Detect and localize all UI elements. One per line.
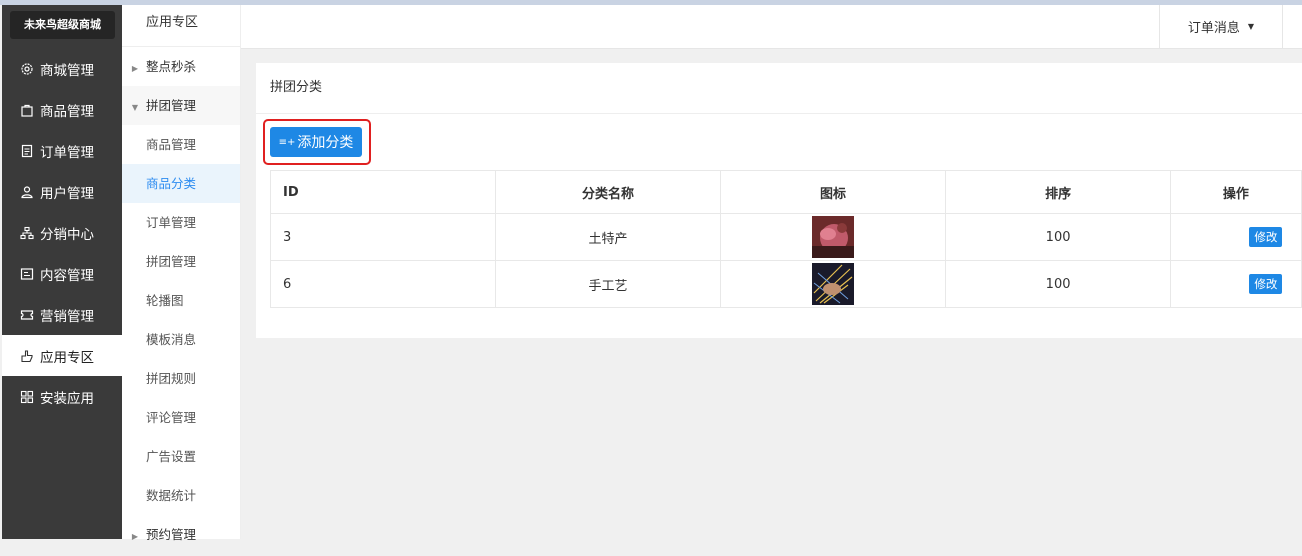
sidebar-item-marketing[interactable]: 营销管理 (2, 294, 122, 335)
photo-thumbnail (812, 263, 855, 305)
cell-action: 修改 (1169, 260, 1302, 308)
submenu-item-category[interactable]: 商品分类 (122, 164, 240, 203)
column-header-sort: 排序 (945, 170, 1171, 214)
brand-logo: 未来鸟超级商城 (10, 11, 115, 39)
column-header-action: 操作 (1169, 170, 1302, 214)
cell-icon (719, 213, 947, 261)
order-messages-dropdown[interactable]: 订单消息 ▼ (1159, 5, 1283, 48)
cell-icon (719, 260, 947, 308)
cell-name: 手工艺 (495, 260, 721, 308)
submenu-group-flash-sale[interactable]: ▶ 整点秒杀 (122, 47, 240, 86)
sidebar-item-label: 用户管理 (40, 185, 94, 202)
sidebar-item-label: 应用专区 (40, 349, 94, 366)
cell-action: 修改 (1169, 213, 1302, 261)
caret-right-icon: ▶ (131, 532, 139, 541)
hand-icon (20, 349, 34, 363)
submenu-item-comments[interactable]: 评论管理 (122, 398, 240, 437)
sidebar-item-label: 内容管理 (40, 267, 94, 284)
submenu-item-template-msg[interactable]: 模板消息 (122, 320, 240, 359)
user-icon (20, 185, 34, 199)
top-header: 订单消息 ▼ (241, 5, 1302, 49)
submenu-label: 整点秒杀 (146, 59, 197, 74)
add-category-button[interactable]: ≡+ 添加分类 (270, 127, 362, 157)
submenu-item-group-manage[interactable]: 拼团管理 (122, 242, 240, 281)
category-panel: 拼团分类 ≡+ 添加分类 ID 分类名称 图标 排序 操作 3 土特产 100 … (256, 63, 1302, 338)
column-header-icon: 图标 (719, 170, 947, 214)
cell-sort: 100 (945, 213, 1171, 261)
caret-right-icon: ▶ (131, 64, 139, 73)
category-table: ID 分类名称 图标 排序 操作 3 土特产 100 修改 6 手工艺 100 … (269, 170, 1302, 308)
column-header-name: 分类名称 (495, 170, 721, 214)
sidebar-item-distribution[interactable]: 分销中心 (2, 212, 122, 253)
submenu-group-booking[interactable]: ▶ 预约管理 (122, 515, 240, 554)
table-row: 6 手工艺 100 修改 (269, 260, 1302, 308)
cell-sort: 100 (945, 260, 1171, 308)
sidebar-item-users[interactable]: 用户管理 (2, 171, 122, 212)
submenu-item-stats[interactable]: 数据统计 (122, 476, 240, 515)
cell-name: 土特产 (495, 213, 721, 261)
secondary-menu: 应用专区 ▶ 整点秒杀 ▼ 拼团管理 商品管理 商品分类 订单管理 拼团管理 轮播图… (122, 5, 241, 542)
page-title: 拼团分类 (256, 63, 1302, 114)
main-menu: 商城管理 商品管理 订单管理 用户管理 分销中心 内容管理 营销管理 应用专区 … (2, 48, 122, 417)
grid-icon (20, 390, 34, 404)
add-category-label: 添加分类 (297, 135, 354, 151)
sidebar-item-orders[interactable]: 订单管理 (2, 130, 122, 171)
sidebar-item-mall[interactable]: 商城管理 (2, 48, 122, 89)
submenu-title: 应用专区 (122, 5, 240, 47)
table-row: 3 土特产 100 修改 (269, 213, 1302, 261)
document-icon (20, 144, 34, 158)
sidebar-item-label: 安装应用 (40, 390, 94, 407)
edit-button[interactable]: 修改 (1249, 227, 1283, 247)
sidebar-item-install[interactable]: 安装应用 (2, 376, 122, 417)
sidebar-item-label: 订单管理 (40, 144, 94, 161)
submenu-item-ads[interactable]: 广告设置 (122, 437, 240, 476)
table-header-row: ID 分类名称 图标 排序 操作 (269, 170, 1302, 214)
submenu-item-carousel[interactable]: 轮播图 (122, 281, 240, 320)
gear-icon (20, 62, 34, 76)
column-header-id: ID (269, 170, 497, 214)
submenu-label: 预约管理 (146, 527, 197, 542)
sidebar-item-label: 商品管理 (40, 103, 94, 120)
caret-down-icon: ▼ (131, 103, 139, 112)
edit-button[interactable]: 修改 (1249, 274, 1283, 294)
order-messages-label: 订单消息 (1187, 21, 1240, 36)
sidebar-item-apps[interactable]: 应用专区 (2, 335, 122, 376)
sidebar-item-content[interactable]: 内容管理 (2, 253, 122, 294)
chevron-down-icon: ▼ (1247, 22, 1255, 31)
ticket-icon (20, 308, 34, 322)
list-add-icon: ≡+ (278, 136, 296, 148)
sidebar-item-label: 分销中心 (40, 226, 94, 243)
sidebar-item-label: 营销管理 (40, 308, 94, 325)
highlight-box: ≡+ 添加分类 (263, 119, 371, 165)
photo-thumbnail (812, 216, 855, 258)
sidebar-item-label: 商城管理 (40, 62, 94, 79)
submenu-label: 拼团管理 (146, 98, 197, 113)
cell-id: 3 (269, 213, 497, 261)
submenu-item-orders[interactable]: 订单管理 (122, 203, 240, 242)
main-sidebar: 未来鸟超级商城 商城管理 商品管理 订单管理 用户管理 分销中心 内容管理 营销… (2, 5, 122, 539)
network-icon (20, 226, 34, 240)
submenu-item-rules[interactable]: 拼团规则 (122, 359, 240, 398)
submenu-group-group-buy[interactable]: ▼ 拼团管理 (122, 86, 240, 125)
bag-icon (20, 103, 34, 117)
sidebar-item-goods[interactable]: 商品管理 (2, 89, 122, 130)
submenu-item-goods[interactable]: 商品管理 (122, 125, 240, 164)
content-icon (20, 267, 34, 281)
cell-id: 6 (269, 260, 497, 308)
